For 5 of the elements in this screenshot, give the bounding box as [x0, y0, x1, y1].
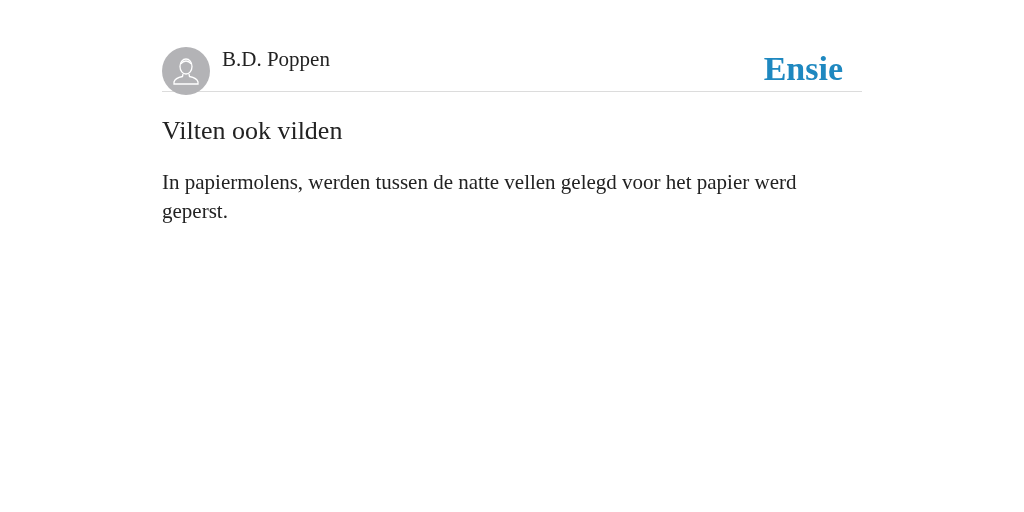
article-text: In papiermolens, werden tussen de natte vellen gelegd voor het papier werd geperst.	[162, 169, 798, 225]
avatar-icon	[162, 47, 210, 95]
site-logo[interactable]: Ensie	[763, 51, 843, 87]
author-name: B.D. Poppen	[222, 47, 330, 71]
article-title: Vilten ook vilden	[162, 116, 344, 146]
